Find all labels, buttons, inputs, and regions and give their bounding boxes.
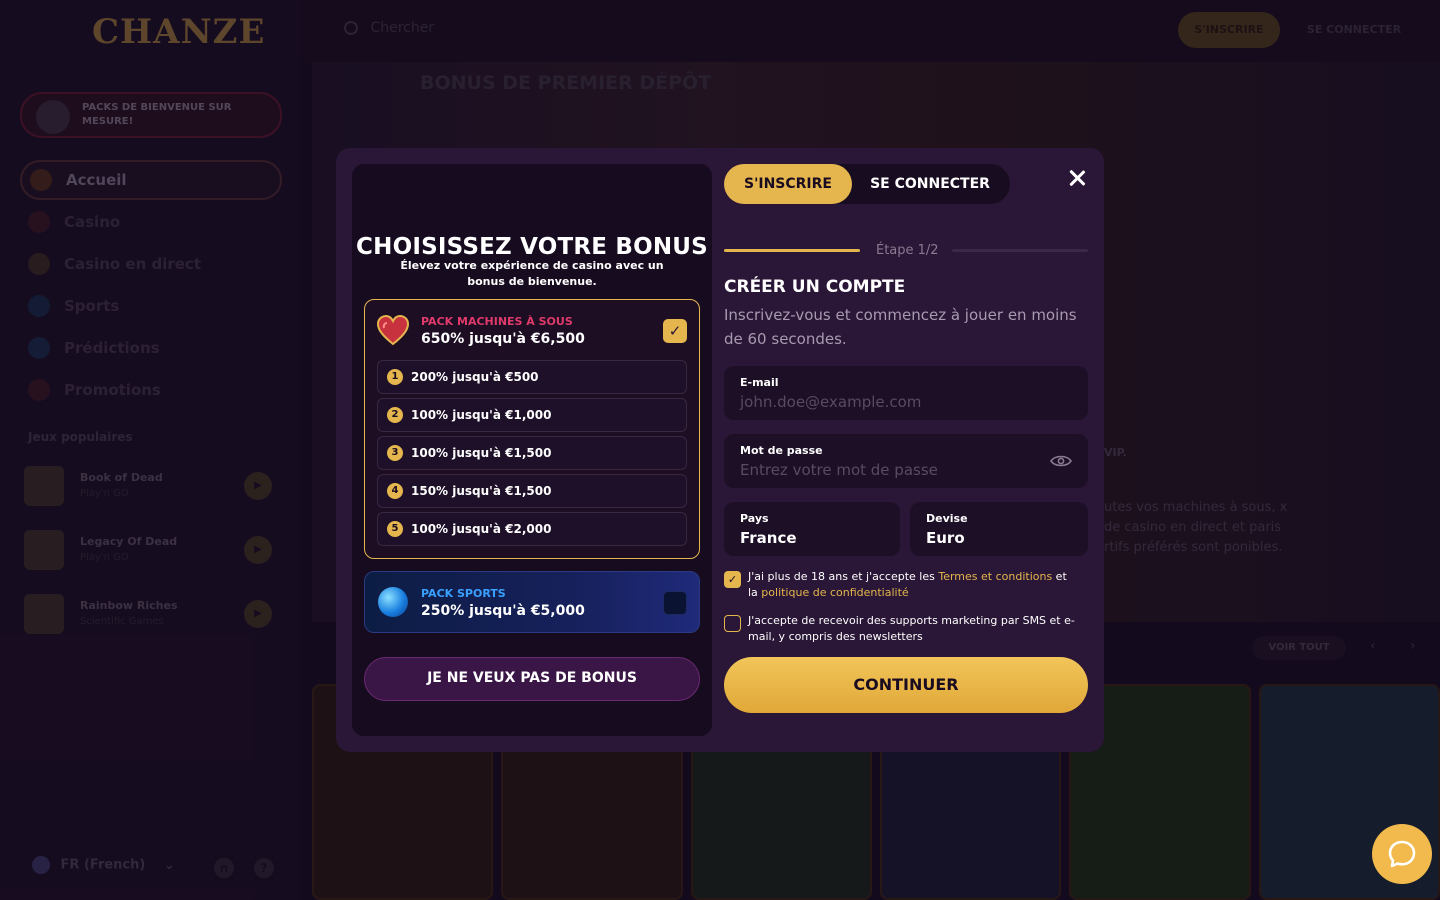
- email-placeholder: john.doe@example.com: [740, 393, 922, 411]
- email-field[interactable]: E-mail john.doe@example.com: [724, 366, 1088, 420]
- currency-select[interactable]: Devise Euro: [910, 502, 1088, 556]
- chat-icon: [1388, 840, 1416, 868]
- tier-text: 200% jusqu'à €500: [411, 370, 539, 384]
- slots-pack-amount: 650% jusqu'à €6,500: [421, 331, 585, 347]
- form-title: CRÉER UN COMPTE: [724, 277, 906, 297]
- terms-checkbox[interactable]: ✓: [724, 571, 741, 588]
- bonus-tier: 1 200% jusqu'à €500: [377, 360, 687, 394]
- continue-button[interactable]: CONTINUER: [724, 657, 1088, 713]
- step-progress-done: [724, 249, 860, 252]
- country-label: Pays: [740, 512, 769, 525]
- terms-text: J'ai plus de 18 ans et j'accepte les Ter…: [748, 570, 1067, 599]
- tier-number: 5: [387, 521, 403, 537]
- tier-number: 4: [387, 483, 403, 499]
- currency-label: Devise: [926, 512, 968, 525]
- close-icon[interactable]: [1064, 166, 1090, 192]
- no-bonus-button[interactable]: JE NE VEUX PAS DE BONUS: [364, 657, 700, 701]
- bonus-subtitle: Élevez votre expérience de casino avec u…: [400, 259, 664, 288]
- tier-text: 100% jusqu'à €1,000: [411, 408, 552, 422]
- tier-number: 1: [387, 369, 403, 385]
- tab-login[interactable]: SE CONNECTER: [860, 164, 1000, 204]
- bonus-tier: 3 100% jusqu'à €1,500: [377, 436, 687, 470]
- tier-number: 2: [387, 407, 403, 423]
- sports-pack-amount: 250% jusqu'à €5,000: [421, 603, 585, 619]
- step-label: Étape 1/2: [876, 243, 939, 258]
- country-value: France: [740, 529, 797, 547]
- bonus-tier: 4 150% jusqu'à €1,500: [377, 474, 687, 508]
- terms-row: ✓ J'ai plus de 18 ans et j'accepte les T…: [724, 569, 1090, 603]
- tab-register[interactable]: S'INSCRIRE: [724, 164, 852, 204]
- form-subtitle: Inscrivez-vous et commencez à jouer en m…: [724, 306, 1077, 348]
- bonus-panel: CHOISISSEZ VOTRE BONUS Élevez votre expé…: [352, 164, 712, 736]
- auth-tabs: S'INSCRIRE SE CONNECTER: [724, 164, 1010, 204]
- signup-modal: CHOISISSEZ VOTRE BONUS Élevez votre expé…: [336, 148, 1104, 752]
- marketing-text: J'accepte de recevoir des supports marke…: [748, 614, 1075, 643]
- marketing-checkbox[interactable]: [724, 615, 741, 632]
- tier-text: 150% jusqu'à €1,500: [411, 484, 552, 498]
- sports-pack-label: PACK SPORTS: [421, 587, 506, 600]
- eye-icon[interactable]: [1050, 454, 1072, 468]
- password-label: Mot de passe: [740, 444, 823, 457]
- sports-pack-checkbox[interactable]: [663, 591, 687, 615]
- slots-pack-card[interactable]: PACK MACHINES À SOUS 650% jusqu'à €6,500…: [364, 299, 700, 559]
- heart-icon: [377, 315, 409, 346]
- soccer-ball-icon: [378, 587, 408, 617]
- bonus-title: CHOISISSEZ VOTRE BONUS: [356, 234, 708, 260]
- tier-number: 3: [387, 445, 403, 461]
- password-placeholder: Entrez votre mot de passe: [740, 461, 938, 479]
- tier-text: 100% jusqu'à €1,500: [411, 446, 552, 460]
- live-chat-button[interactable]: [1372, 824, 1432, 884]
- currency-value: Euro: [926, 529, 965, 547]
- step-progress-remaining: [952, 249, 1088, 252]
- marketing-row: J'accepte de recevoir des supports marke…: [724, 613, 1090, 647]
- terms-link[interactable]: Termes et conditions: [938, 570, 1052, 583]
- privacy-link[interactable]: politique de confidentialité: [761, 586, 908, 599]
- tier-text: 100% jusqu'à €2,000: [411, 522, 552, 536]
- bonus-tier: 2 100% jusqu'à €1,000: [377, 398, 687, 432]
- country-select[interactable]: Pays France: [724, 502, 900, 556]
- password-field[interactable]: Mot de passe Entrez votre mot de passe: [724, 434, 1088, 488]
- slots-pack-checkbox[interactable]: ✓: [663, 319, 687, 343]
- bonus-tier: 5 100% jusqu'à €2,000: [377, 512, 687, 546]
- email-label: E-mail: [740, 376, 779, 389]
- sports-pack-card[interactable]: PACK SPORTS 250% jusqu'à €5,000: [364, 571, 700, 633]
- slots-pack-label: PACK MACHINES À SOUS: [421, 315, 573, 328]
